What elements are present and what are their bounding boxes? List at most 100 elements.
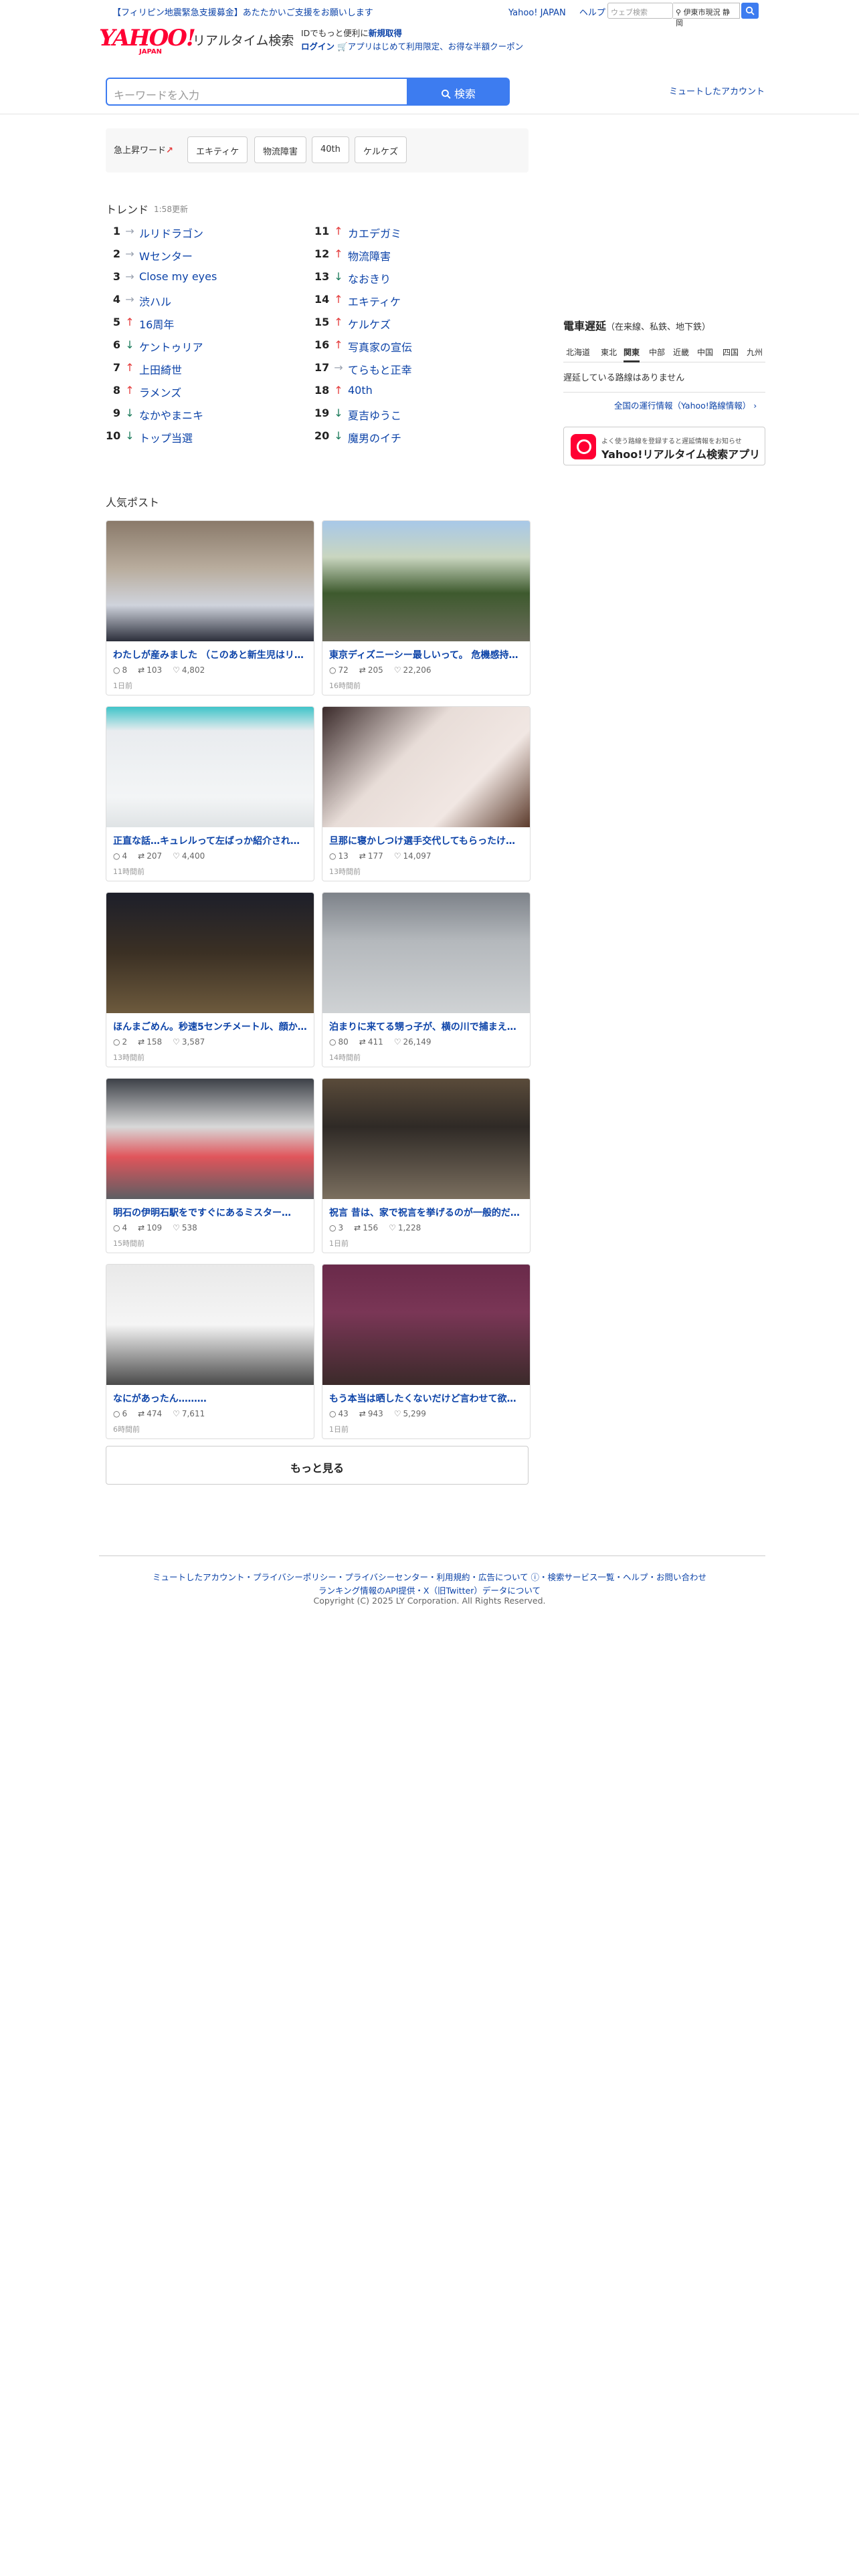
post-title[interactable]: 明石の伊明石駅をですぐにあるミスター… [113, 1206, 308, 1219]
trend-word-link[interactable]: Wセンター [139, 247, 193, 263]
tab-kinki[interactable]: 近畿 [673, 346, 689, 358]
repost-count: 207 [147, 851, 163, 861]
rising-words-panel: 急上昇ワード↗ エキティケ 物流障害 40th ケルケズ [106, 128, 529, 173]
trend-word-link[interactable]: なおきり [348, 270, 391, 286]
yahoo-japan-link[interactable]: Yahoo! JAPAN [508, 8, 566, 18]
post-title[interactable]: 東京ディズニーシー最しいって。 危機感持… [329, 648, 524, 661]
like-icon: ♡ [173, 665, 180, 675]
trend-word-link[interactable]: 上田綺世 [139, 361, 182, 377]
footer-links-secondary[interactable]: ランキング情報のAPI提供・X（旧Twitter）データについて [0, 1584, 859, 1596]
trend-word-link[interactable]: 写真家の宣伝 [348, 338, 412, 354]
search-icon [441, 89, 451, 99]
tab-chubu[interactable]: 中部 [649, 346, 665, 358]
coupon-link[interactable]: アプリはじめて利用限定、お得な半額クーポン [348, 41, 524, 51]
post-title[interactable]: もう本当は晒したくないだけど言わせて欲… [329, 1392, 524, 1405]
login-link[interactable]: ログイン [301, 41, 335, 51]
yahoo-realtime-logo[interactable]: YAHOO! JAPAN リアルタイム検索 [99, 27, 294, 56]
trend-word-link[interactable]: ルリドラゴン [139, 225, 203, 241]
post-title[interactable]: 祝言 昔は、家で祝言を挙げるのが一般的だ… [329, 1206, 524, 1219]
post-title[interactable]: なにがあったん……… [113, 1392, 308, 1405]
repost-count: 158 [147, 1037, 163, 1047]
muted-accounts-link[interactable]: ミュートしたアカウント [669, 84, 765, 97]
tab-kanto[interactable]: 関東 [624, 346, 640, 362]
post-thumbnail[interactable] [106, 1265, 314, 1385]
reply-count: 2 [122, 1037, 128, 1047]
train-link-label: 全国の運行情報（Yahoo!路線情報） [614, 401, 751, 411]
keyword-search-input[interactable]: キーワードを入力 [106, 78, 408, 106]
load-more-button[interactable]: もっと見る [106, 1446, 529, 1485]
post-thumbnail[interactable] [106, 707, 314, 827]
trend-word-link[interactable]: カエデガミ [348, 225, 401, 241]
post-card[interactable]: 旦那に寝かしつけ選手交代してもらったけ… ○ 13 ⇄ 177 ♡ 14,097 13時間前 [322, 706, 531, 881]
trend-word-link[interactable]: 40th [348, 384, 373, 397]
rising-words-label: 急上昇ワード↗ [114, 143, 173, 156]
trend-word-link[interactable]: 夏吉ゆうこ [348, 407, 401, 423]
trend-word-link[interactable]: Close my eyes [139, 270, 217, 283]
post-card[interactable]: もう本当は晒したくないだけど言わせて欲… ○ 43 ⇄ 943 ♡ 5,299 1日前 [322, 1264, 531, 1439]
post-card[interactable]: わたしが産みました （このあと新生児はリ… ○ 8 ⇄ 103 ♡ 4,802 1日前 [106, 520, 314, 695]
trend-word-link[interactable]: 渋ハル [139, 293, 171, 309]
trend-word-link[interactable]: ケントゥリア [139, 338, 203, 354]
post-stats: ○ 4 ⇄ 109 ♡ 538 [113, 1223, 208, 1232]
web-search-input[interactable]: ウェブ検索 [607, 3, 673, 19]
trend-word-link[interactable]: ラメンズ [139, 384, 181, 400]
nationwide-train-info-link[interactable]: 全国の運行情報（Yahoo!路線情報） › [614, 399, 757, 411]
post-thumbnail[interactable] [322, 1265, 530, 1385]
rising-chip[interactable]: 40th [312, 136, 349, 163]
trend-rank: 18 [314, 384, 330, 397]
post-card[interactable]: 明石の伊明石駅をですぐにあるミスター… ○ 4 ⇄ 109 ♡ 538 15時間前 [106, 1078, 314, 1253]
repost-count: 205 [367, 665, 383, 675]
rising-chip[interactable]: エキティケ [187, 136, 248, 163]
post-thumbnail[interactable] [106, 893, 314, 1013]
post-title[interactable]: 旦那に寝かしつけ選手交代してもらったけ… [329, 834, 524, 847]
post-thumbnail[interactable] [106, 521, 314, 641]
trend-word-link[interactable]: トップ当選 [139, 429, 193, 445]
location-link[interactable]: ⚲ 伊東市現況 静岡 [673, 3, 740, 27]
trend-word-link[interactable]: 魔男のイチ [348, 429, 401, 445]
post-card[interactable]: 正直な話…キュレルって左ばっか紹介され… ○ 4 ⇄ 207 ♡ 4,400 11時間前 [106, 706, 314, 881]
tab-kyushu[interactable]: 九州 [747, 346, 763, 358]
post-card[interactable]: 泊まりに来てる甥っ子が、横の川で捕まえ… ○ 80 ⇄ 411 ♡ 26,149 14時間前 [322, 892, 531, 1067]
trend-word-link[interactable]: ケルケズ [348, 316, 391, 332]
post-card[interactable]: 東京ディズニーシー最しいって。 危機感持… ○ 72 ⇄ 205 ♡ 22,206 16時間前 [322, 520, 531, 695]
location-pin-icon: ⚲ [676, 8, 682, 17]
post-thumbnail[interactable] [322, 707, 530, 827]
repost-count: 411 [367, 1037, 383, 1047]
post-thumbnail[interactable] [322, 893, 530, 1013]
repost-count: 109 [147, 1223, 163, 1232]
rising-chip[interactable]: ケルケズ [355, 136, 407, 163]
post-card[interactable]: ほんまごめん。秒速5センチメートル、顔か… ○ 2 ⇄ 158 ♡ 3,587 13時間前 [106, 892, 314, 1067]
rising-chip[interactable]: 物流障害 [254, 136, 307, 163]
tab-chugoku[interactable]: 中国 [697, 346, 713, 358]
tab-hokkaido[interactable]: 北海道 [566, 346, 590, 358]
post-time: 1日前 [113, 681, 132, 690]
footer-links[interactable]: ミュートしたアカウント・プライバシーポリシー・プライバシーセンター・利用規約・広… [0, 1572, 859, 1584]
trend-word-link[interactable]: 16周年 [139, 316, 174, 332]
trend-word-link[interactable]: てらもと正幸 [348, 361, 412, 377]
trend-rank: 19 [314, 407, 330, 419]
tab-shikoku[interactable]: 四国 [723, 346, 739, 358]
app-banner-title: Yahoo!リアルタイム検索アプリ [601, 448, 761, 461]
register-link[interactable]: 新規取得 [369, 28, 402, 38]
post-card[interactable]: なにがあったん……… ○ 6 ⇄ 474 ♡ 7,611 6時間前 [106, 1264, 314, 1439]
promo-prefix: IDでもっと便利に [301, 28, 369, 38]
donation-notice-link[interactable]: 【フィリピン地震緊急支援募金】あたたかいご支援をお願いします [112, 5, 373, 18]
trend-word-link[interactable]: エキティケ [348, 293, 401, 309]
post-title[interactable]: ほんまごめん。秒速5センチメートル、顔か… [113, 1020, 308, 1033]
app-banner[interactable]: よく使う路線を登録すると遅延情報をお知らせ Yahoo!リアルタイム検索アプリ [563, 427, 765, 465]
repost-icon: ⇄ [359, 1037, 366, 1047]
post-thumbnail[interactable] [106, 1079, 314, 1199]
help-link[interactable]: ヘルプ [579, 8, 605, 18]
post-card[interactable]: 祝言 昔は、家で祝言を挙げるのが一般的だ… ○ 3 ⇄ 156 ♡ 1,228 1日前 [322, 1078, 531, 1253]
trend-word-link[interactable]: なかやまニキ [139, 407, 203, 423]
trend-word-link[interactable]: 物流障害 [348, 247, 391, 263]
post-title[interactable]: 正直な話…キュレルって左ばっか紹介され… [113, 834, 308, 847]
post-title[interactable]: わたしが産みました （このあと新生児はリ… [113, 648, 308, 661]
post-thumbnail[interactable] [322, 521, 530, 641]
post-title[interactable]: 泊まりに来てる甥っ子が、横の川で捕まえ… [329, 1020, 524, 1033]
post-thumbnail[interactable] [322, 1079, 530, 1199]
search-button[interactable]: 検索 [407, 78, 510, 106]
trend-rank: 11 [314, 225, 330, 237]
web-search-button[interactable] [741, 3, 759, 19]
tab-tohoku[interactable]: 東北 [601, 346, 617, 358]
